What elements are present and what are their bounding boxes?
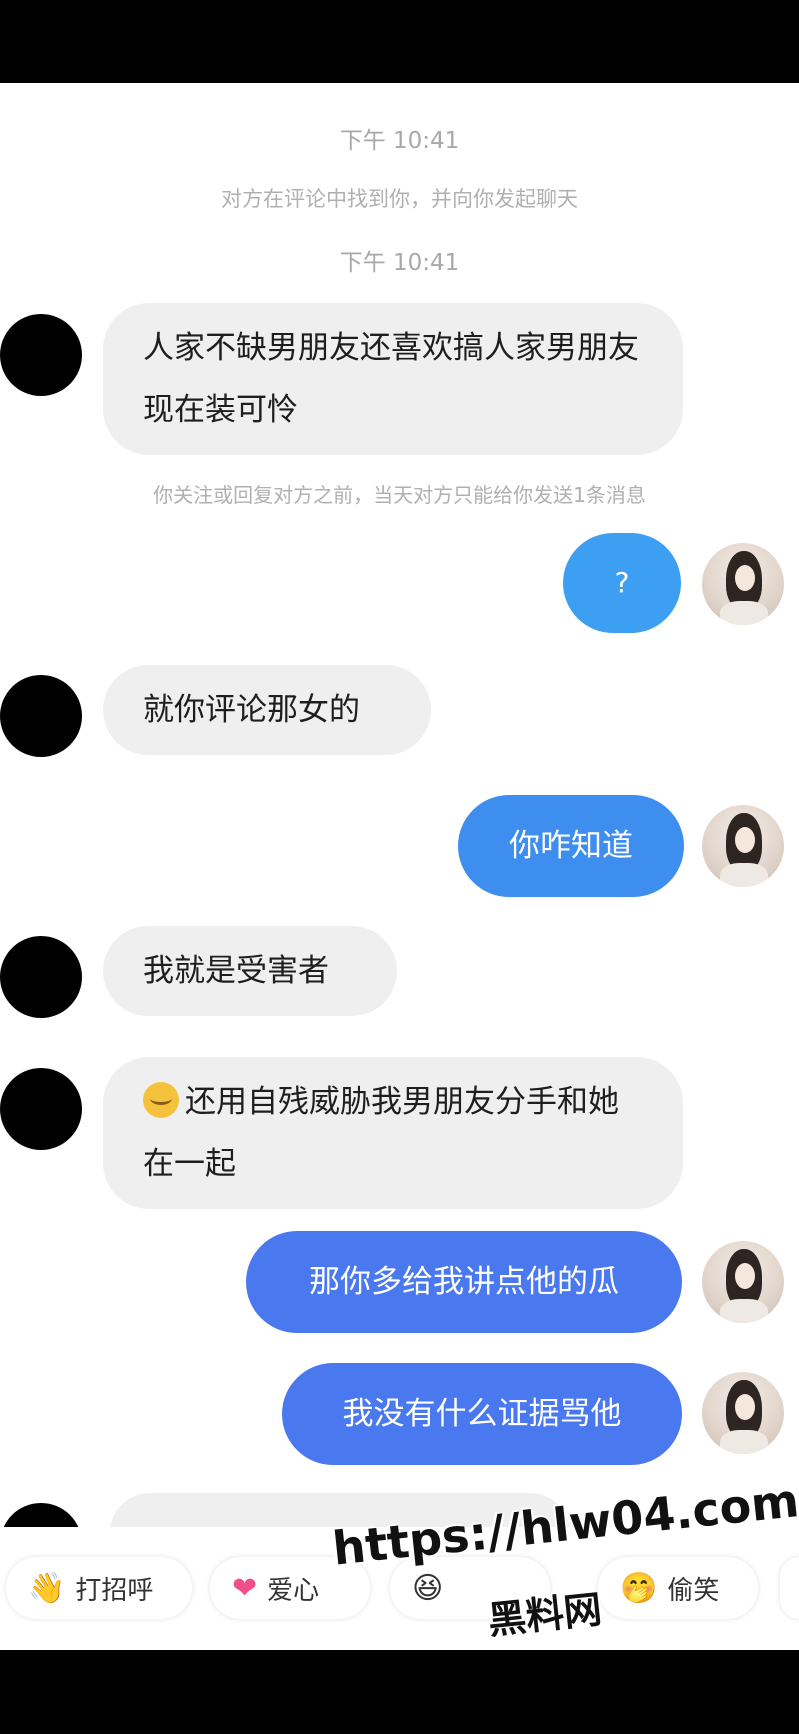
quick-reply-label: 打招呼 [75,1575,154,1606]
giggle-face-icon: 🤭 [620,1570,658,1606]
quick-reply-label: 爱心 [267,1575,320,1606]
my-avatar[interactable] [702,805,784,887]
message-bubble-outgoing[interactable]: 那你多给我讲点他的瓜 [246,1231,682,1333]
message-text: 还用自残威胁我男朋友分手和她在一起 [143,1084,619,1182]
message-bubble-outgoing[interactable]: 我没有什么证据骂他 [282,1363,682,1465]
message-bubble-incoming[interactable]: 人家不缺男朋友还喜欢搞人家男朋友 现在装可怜 [103,303,683,455]
contact-avatar[interactable] [0,675,82,757]
system-notice: 你关注或回复对方之前，当天对方只能给你发送1条消息 [153,483,646,507]
message-bubble-outgoing[interactable]: ? [563,533,681,633]
hand-over-mouth-emoji [143,1082,179,1118]
quick-reply-giggle[interactable]: 🤭 偷笑 [598,1557,758,1619]
contact-avatar[interactable] [0,936,82,1018]
wave-hand-icon: 👋 [28,1570,66,1606]
my-avatar[interactable] [702,1372,784,1454]
my-avatar[interactable] [702,1241,784,1323]
quick-reply-label: 偷笑 [667,1575,720,1606]
system-notice: 对方在评论中找到你，并向你发起聊天 [221,187,578,211]
contact-avatar[interactable] [0,1068,82,1150]
message-bubble-outgoing[interactable]: 你咋知道 [458,795,684,897]
message-bubble-incoming[interactable]: 就你评论那女的 [103,665,431,755]
heart-icon: ❤ [232,1570,258,1606]
timestamp: 下午 10:41 [339,250,460,276]
contact-avatar[interactable] [0,314,82,396]
timestamp: 下午 10:41 [339,128,460,154]
message-bubble-incoming[interactable]: 还用自残威胁我男朋友分手和她在一起 [103,1057,683,1209]
message-bubble-incoming[interactable]: 我就是受害者 [103,926,397,1016]
my-avatar[interactable] [702,543,784,625]
chat-screen: 下午 10:41 对方在评论中找到你，并向你发起聊天 下午 10:41 人家不缺… [0,83,799,1650]
quick-reply-more[interactable] [780,1557,799,1619]
quick-reply-greet[interactable]: 👋 打招呼 [6,1557,192,1619]
laugh-face-icon: 😆 [412,1570,444,1606]
